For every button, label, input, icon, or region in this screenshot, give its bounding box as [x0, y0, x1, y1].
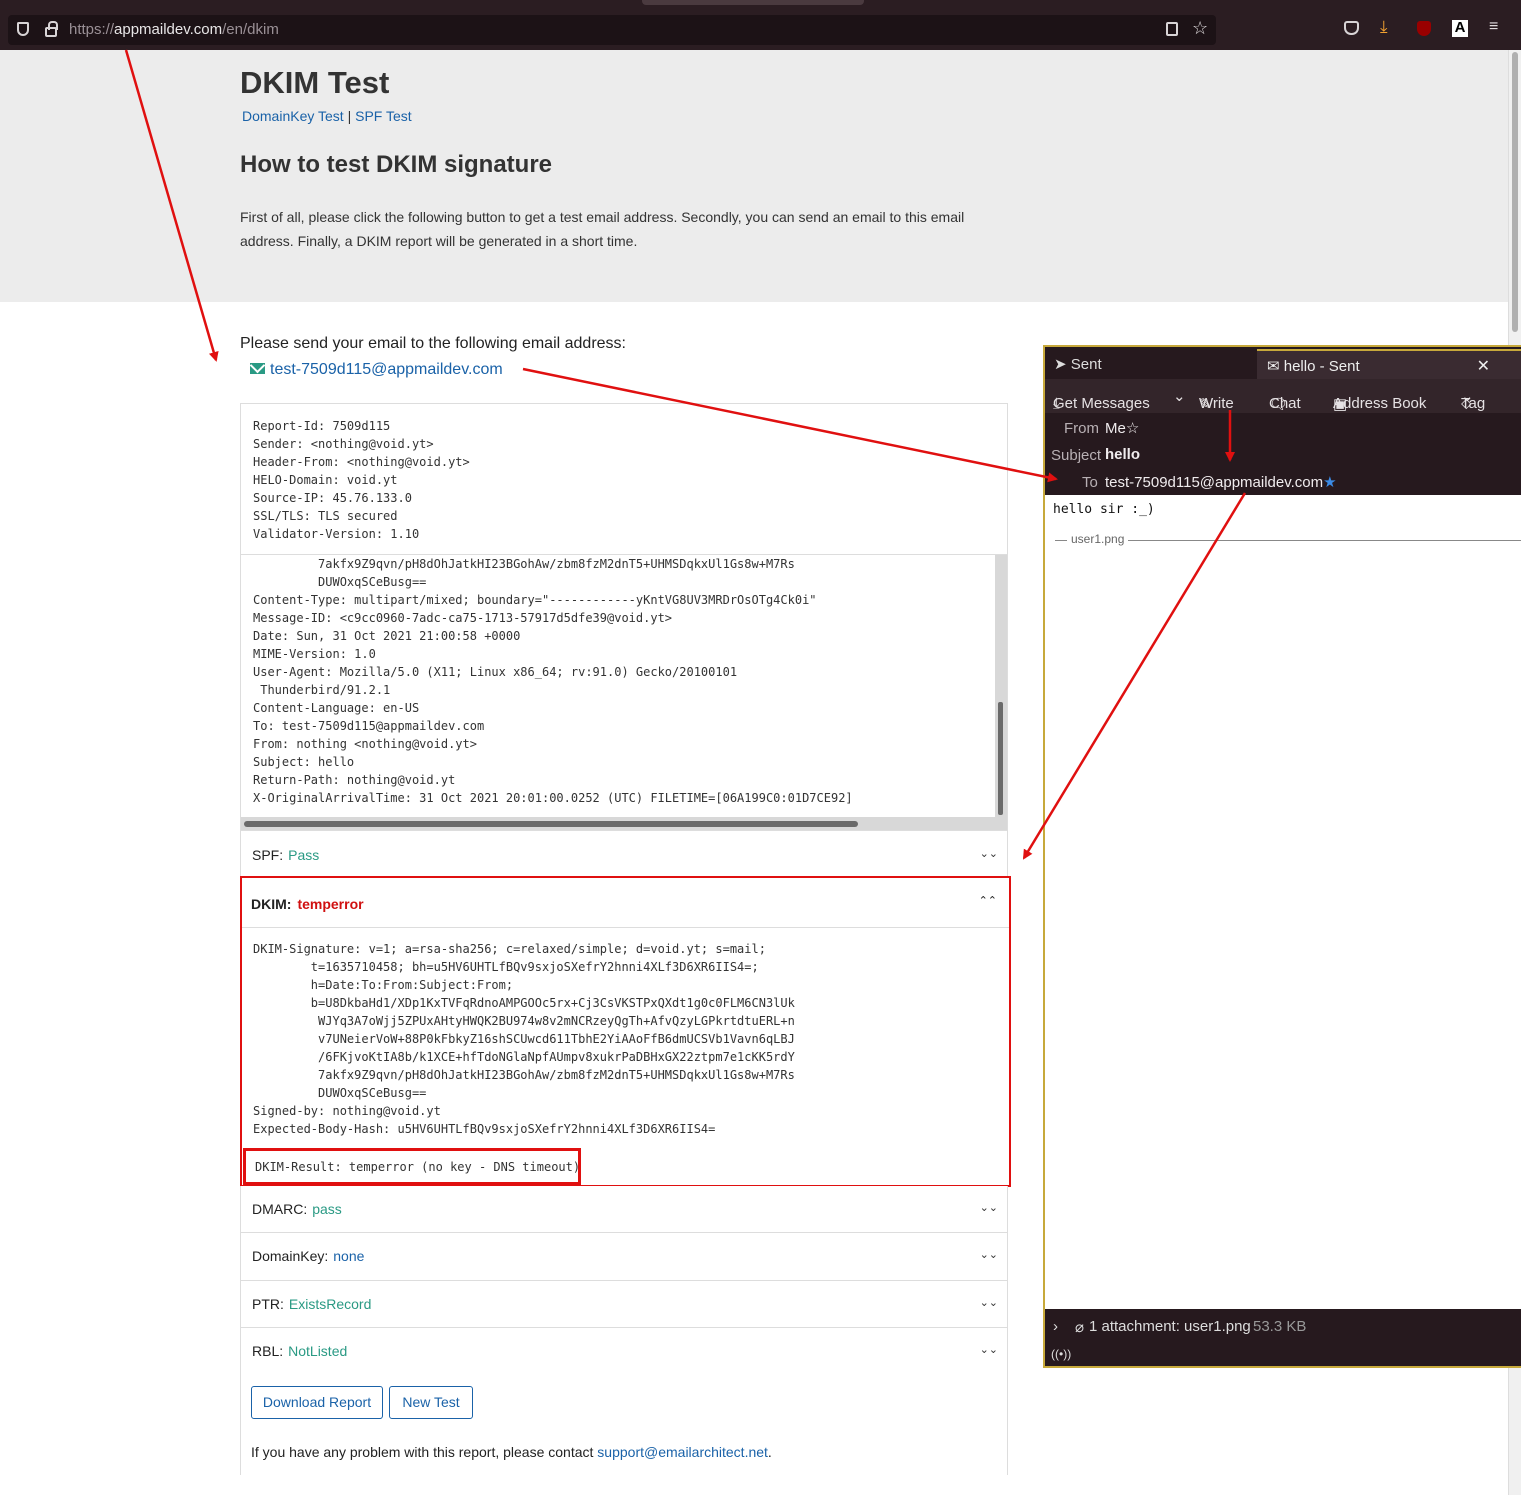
rbl-accordion[interactable]: RBL: NotListed ⌄⌄: [240, 1328, 1008, 1376]
pocket-icon[interactable]: [1344, 21, 1359, 35]
rbl-value: NotListed: [288, 1343, 348, 1359]
support-email-link[interactable]: support@emailarchitect.net: [597, 1444, 768, 1460]
dkim-result: DKIM-Result: temperror (no key - DNS tim…: [255, 1160, 581, 1174]
headers-horizontal-scrollbar[interactable]: [241, 817, 1007, 830]
dmarc-label: DMARC: pass: [252, 1201, 342, 1217]
report-headers: 7akfx9Z9qvn/pH8dOhJatkHI23BGohAw/zbm8fzM…: [253, 557, 853, 805]
chevron-down-icon[interactable]: ⌄: [1173, 387, 1186, 405]
url-bar[interactable]: https://appmaildev.com/en/dkim: [8, 15, 1216, 45]
thunderbird-window: ➤ Sent ✉ hello - Sent ✕ ⤓ Get Messages ⌄ ✎…: [1043, 345, 1521, 1368]
message-body: hello sir :_): [1053, 502, 1155, 517]
font-icon[interactable]: A: [1452, 20, 1468, 37]
footer-period: .: [767, 1444, 772, 1460]
dmarc-accordion[interactable]: DMARC: pass ⌄⌄: [240, 1186, 1008, 1233]
chevron-down-icon[interactable]: ⌄⌄: [980, 1343, 998, 1356]
thunderbird-tabs: ➤ Sent ✉ hello - Sent ✕: [1045, 347, 1521, 379]
test-email-text[interactable]: test-7509d115@appmaildev.com: [270, 361, 503, 378]
vscroll-thumb[interactable]: [998, 702, 1003, 815]
dkim-details: DKIM-Signature: v=1; a=rsa-sha256; c=rel…: [253, 942, 795, 1136]
download-icon[interactable]: ⤓: [1380, 18, 1388, 35]
bookmark-star-icon[interactable]: ☆: [1192, 19, 1208, 37]
close-icon[interactable]: ✕: [1477, 356, 1490, 376]
chevron-up-icon[interactable]: ⌃⌃: [979, 894, 997, 907]
report-meta-box: Report-Id: 7509d115 Sender: <nothing@voi…: [240, 403, 1008, 555]
scrollbar-thumb[interactable]: [1512, 52, 1518, 332]
star-icon[interactable]: ☆: [1126, 420, 1139, 437]
domainkey-value: none: [333, 1248, 365, 1264]
headers-vertical-scrollbar[interactable]: [995, 555, 1007, 819]
browser-toolbar: https://appmaildev.com/en/dkim ☆ ⤓ A ≡: [0, 0, 1521, 50]
reader-icon[interactable]: [1166, 22, 1178, 36]
ptr-value: ExistsRecord: [288, 1296, 372, 1312]
test-email-link[interactable]: test-7509d115@appmaildev.com: [250, 361, 503, 379]
report-headers-box[interactable]: 7akfx9Z9qvn/pH8dOhJatkHI23BGohAw/zbm8fzM…: [240, 554, 1008, 831]
footer-text: If you have any problem with this report…: [251, 1444, 598, 1460]
spf-value: Pass: [288, 847, 320, 863]
domainkey-label: DomainKey: none: [252, 1248, 365, 1264]
url-text[interactable]: https://appmaildev.com/en/dkim: [69, 21, 279, 38]
tab-message[interactable]: ✉ hello - Sent ✕: [1257, 349, 1521, 379]
spf-accordion[interactable]: SPF: Pass ⌄⌄: [240, 830, 1008, 878]
rbl-label: RBL: NotListed: [252, 1343, 348, 1359]
envelope-icon: ✉: [1267, 358, 1280, 375]
from-label: From: [1064, 420, 1099, 437]
page-header-band: [0, 50, 1508, 302]
message-header: From Me☆ Subject hello To test-7509d115@…: [1045, 413, 1521, 495]
page-title: DKIM Test: [240, 65, 390, 100]
new-test-button[interactable]: New Test: [389, 1386, 473, 1419]
section-title: How to test DKIM signature: [240, 151, 553, 178]
ublock-icon[interactable]: [1417, 21, 1431, 36]
attachment-size: 53.3 KB: [1253, 1318, 1307, 1335]
to-label: To: [1082, 474, 1098, 491]
attachment-bar[interactable]: › ⌀ 1 attachment: user1.png 53.3 KB ((•)…: [1045, 1309, 1521, 1366]
tracking-shield-icon[interactable]: [17, 22, 29, 36]
browser-tab-strip[interactable]: [642, 0, 864, 5]
connection-status-icon: ((•)): [1051, 1347, 1072, 1361]
attachment-separator-label: user1.png: [1067, 532, 1129, 546]
domainkey-test-link[interactable]: DomainKey Test: [242, 108, 344, 124]
attachment-separator: user1.png: [1055, 532, 1521, 546]
tag-button[interactable]: ⬦ Tag ⌄: [1461, 387, 1485, 412]
subject-label: Subject: [1051, 447, 1102, 464]
report-actions: Download Report New Test: [240, 1375, 1008, 1431]
chevron-down-icon[interactable]: ⌄⌄: [980, 847, 998, 860]
spf-label: SPF: Pass: [252, 847, 320, 863]
dkim-accordion-header[interactable]: DKIM: temperror ⌃⌃: [242, 878, 1009, 928]
star-icon[interactable]: ★: [1323, 474, 1336, 491]
from-value[interactable]: Me☆: [1105, 419, 1139, 437]
hscroll-thumb[interactable]: [244, 821, 858, 827]
chevron-down-icon[interactable]: ⌄⌄: [980, 1201, 998, 1214]
dkim-result-highlight: DKIM-Result: temperror (no key - DNS tim…: [243, 1148, 581, 1185]
nav-links: DomainKey Test | SPF Test: [242, 108, 412, 124]
ptr-label: PTR: ExistsRecord: [252, 1296, 372, 1312]
report-footer: If you have any problem with this report…: [240, 1430, 1008, 1475]
dkim-accordion-highlighted: DKIM: temperror ⌃⌃ DKIM-Signature: v=1; a…: [240, 876, 1011, 1187]
lock-icon[interactable]: [45, 21, 58, 37]
intro-text: First of all, please click the following…: [240, 209, 965, 249]
send-icon: ➤: [1054, 356, 1067, 373]
chevron-down-icon[interactable]: ⌄⌄: [980, 1248, 998, 1261]
ptr-accordion[interactable]: PTR: ExistsRecord ⌄⌄: [240, 1281, 1008, 1328]
dmarc-value: pass: [312, 1201, 342, 1217]
tab-sent[interactable]: ➤ Sent: [1054, 355, 1102, 373]
domainkey-accordion[interactable]: DomainKey: none ⌄⌄: [240, 1233, 1008, 1281]
menu-icon[interactable]: ≡: [1489, 19, 1498, 35]
dkim-value: temperror: [297, 896, 364, 912]
report-meta: Report-Id: 7509d115 Sender: <nothing@voi…: [253, 419, 470, 541]
download-report-button[interactable]: Download Report: [251, 1386, 383, 1419]
nav-separator: |: [347, 108, 352, 124]
paperclip-icon: ⌀: [1075, 1319, 1085, 1336]
to-value[interactable]: test-7509d115@appmaildev.com★: [1105, 473, 1337, 491]
attachment-summary[interactable]: 1 attachment: user1.png: [1089, 1318, 1251, 1335]
chevron-down-icon[interactable]: ⌄⌄: [980, 1296, 998, 1309]
chevron-right-icon[interactable]: ›: [1053, 1318, 1058, 1335]
send-prompt: Please send your email to the following …: [240, 335, 626, 352]
subject-value: hello: [1105, 446, 1141, 463]
spf-test-link[interactable]: SPF Test: [355, 108, 412, 124]
dkim-label: DKIM: temperror: [251, 896, 364, 912]
envelope-icon: [250, 363, 265, 374]
thunderbird-toolbar: ⤓ Get Messages ⌄ ✎ Write 🗨 Chat ▣ Address Bo…: [1045, 379, 1521, 413]
